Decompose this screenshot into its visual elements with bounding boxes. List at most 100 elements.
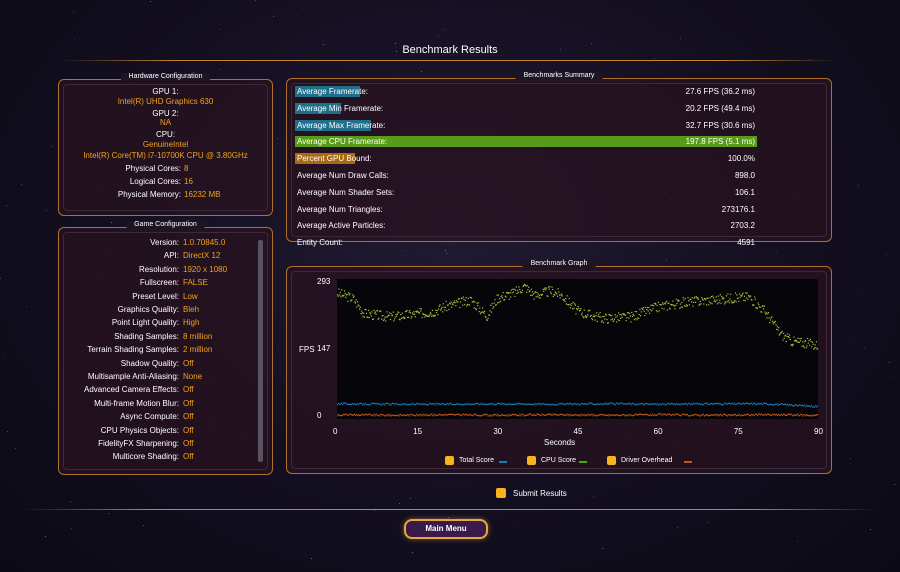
legend-toggle-checkbox[interactable]	[445, 456, 454, 465]
data-point	[475, 413, 477, 415]
data-point	[538, 296, 540, 299]
data-point	[475, 308, 477, 311]
data-point	[646, 309, 648, 311]
data-point	[395, 313, 397, 315]
legend-label: CPU Score	[541, 457, 577, 464]
star	[858, 185, 859, 186]
data-point	[754, 298, 756, 300]
hardware-row-value: 16	[184, 177, 193, 186]
data-point	[409, 312, 411, 314]
data-point	[753, 304, 755, 306]
data-point	[512, 288, 514, 290]
data-point	[435, 309, 437, 311]
summary-label: Average Active Particles:	[297, 221, 386, 231]
data-point	[751, 404, 754, 406]
data-point	[537, 295, 539, 297]
y-tick-label: 147	[317, 343, 331, 353]
data-point	[764, 413, 767, 415]
data-point	[497, 294, 499, 296]
data-point	[351, 299, 353, 301]
summary-label: Average Max Framerate:	[297, 120, 386, 130]
data-point	[816, 406, 818, 408]
data-point	[716, 299, 718, 301]
data-point	[552, 295, 554, 297]
data-point	[772, 320, 774, 323]
data-point	[785, 334, 787, 336]
game-config-scrollbar[interactable]	[258, 240, 263, 462]
main-menu-button[interactable]: Main Menu	[404, 519, 488, 539]
data-point	[664, 303, 666, 305]
data-point	[755, 404, 758, 406]
gpu1-label: GPU 1:	[152, 87, 179, 96]
data-point	[813, 347, 816, 349]
summary-value: 20.2 FPS (49.4 ms)	[685, 103, 755, 113]
data-point	[495, 413, 497, 415]
data-point	[530, 294, 532, 296]
data-point	[356, 301, 359, 303]
data-point	[621, 316, 623, 318]
data-point	[412, 313, 414, 315]
data-point	[807, 342, 809, 344]
data-point	[545, 287, 548, 289]
data-point	[679, 303, 682, 305]
data-point	[522, 413, 524, 416]
data-point	[568, 297, 570, 300]
data-point	[388, 403, 390, 405]
data-point	[448, 404, 450, 406]
data-point	[692, 305, 694, 307]
data-point	[632, 402, 634, 404]
data-point	[591, 319, 594, 321]
data-point	[522, 285, 524, 288]
data-point	[383, 318, 385, 320]
data-point	[797, 413, 799, 415]
submit-results-label[interactable]: Submit Results	[513, 489, 567, 498]
data-point	[462, 296, 464, 298]
summary-label: Average Num Triangles:	[297, 204, 383, 214]
legend-toggle-checkbox[interactable]	[607, 456, 616, 465]
data-point	[434, 403, 436, 405]
data-point	[675, 304, 677, 306]
data-point	[390, 404, 392, 406]
data-point	[387, 415, 389, 417]
data-point	[733, 301, 735, 303]
data-point	[550, 414, 552, 416]
data-point	[499, 402, 501, 404]
x-axis-label: Seconds	[544, 438, 576, 447]
data-point	[759, 306, 761, 308]
data-point	[442, 303, 444, 305]
data-point	[465, 297, 467, 299]
data-point	[341, 289, 343, 291]
data-point	[385, 316, 387, 318]
star	[45, 536, 46, 537]
data-point	[567, 304, 570, 306]
data-point	[530, 288, 532, 290]
game-config-row: FidelityFX Sharpening: Off	[67, 439, 267, 452]
submit-results-checkbox[interactable]	[496, 488, 506, 498]
data-point	[738, 300, 740, 302]
data-point	[419, 308, 421, 310]
data-point	[787, 405, 790, 407]
data-point	[606, 318, 608, 321]
data-point	[414, 316, 416, 318]
game-config-value: Low	[183, 291, 198, 301]
legend-toggle-checkbox[interactable]	[527, 456, 536, 465]
data-point	[672, 300, 674, 302]
data-point	[543, 403, 545, 405]
data-point	[558, 294, 561, 296]
data-point	[358, 404, 360, 406]
data-point	[455, 404, 457, 406]
data-point	[400, 314, 402, 316]
data-point	[772, 323, 774, 325]
data-point	[666, 309, 668, 311]
summary-value: 27.6 FPS (36.2 ms)	[685, 87, 755, 96]
data-point	[392, 314, 394, 316]
data-point	[556, 293, 558, 295]
data-point	[578, 307, 580, 309]
data-point	[756, 307, 758, 309]
data-point	[526, 291, 528, 293]
data-point	[462, 304, 464, 306]
data-point	[428, 315, 430, 317]
data-point	[636, 404, 638, 406]
data-point	[534, 291, 537, 293]
data-point	[393, 402, 395, 404]
